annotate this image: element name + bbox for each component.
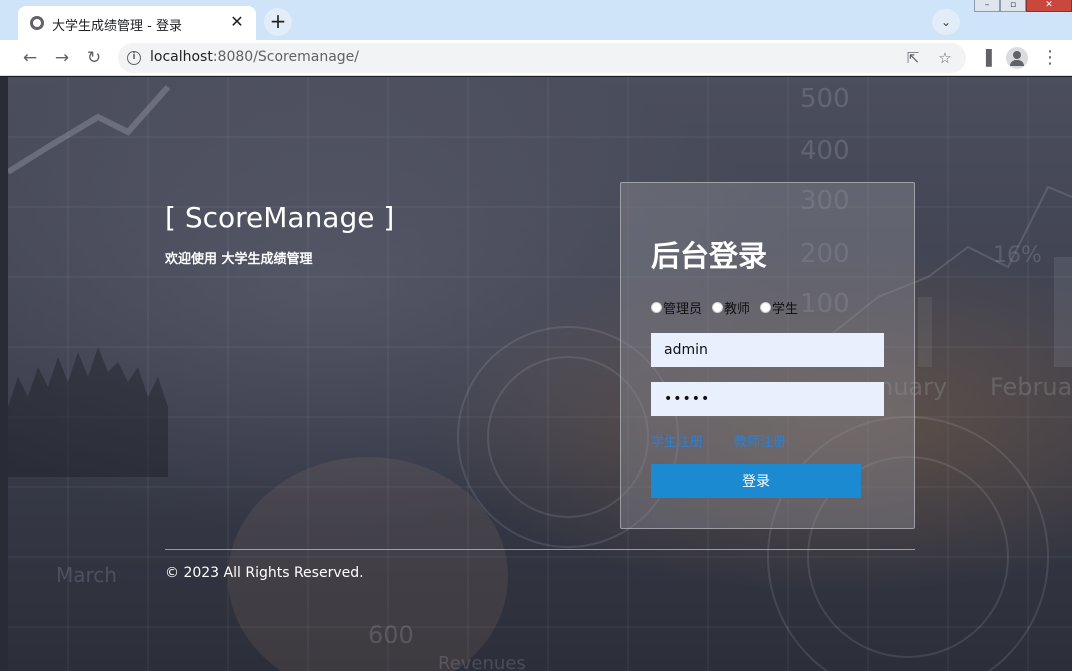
tab-title: 大学生成绩管理 - 登录 xyxy=(52,19,182,34)
url-host: localhost xyxy=(150,49,213,65)
profile-icon[interactable] xyxy=(1006,47,1028,69)
role-option-teacher[interactable]: 教师 xyxy=(712,298,750,317)
minimize-icon[interactable]: – xyxy=(974,0,1000,12)
svg-text:Februa: Februa xyxy=(990,373,1072,401)
username-input[interactable]: admin xyxy=(651,333,884,367)
browser-tab[interactable]: 大学生成绩管理 - 登录 ✕ xyxy=(18,6,256,40)
role-label-teacher: 教师 xyxy=(724,302,751,317)
footer-divider xyxy=(165,549,915,550)
brand-title: [ ScoreManage ] xyxy=(165,201,395,234)
role-selector: 管理员 教师 学生 xyxy=(651,298,808,317)
svg-text:600: 600 xyxy=(368,621,414,649)
role-radio-teacher[interactable] xyxy=(712,302,724,313)
login-title: 后台登录 xyxy=(651,239,768,273)
tab-search-chevron-icon[interactable]: ⌄ xyxy=(932,9,960,35)
role-option-admin[interactable]: 管理员 xyxy=(651,298,702,317)
svg-text:400: 400 xyxy=(800,136,850,166)
footer-copyright: © 2023 All Rights Reserved. xyxy=(165,565,364,581)
role-radio-admin[interactable] xyxy=(651,302,662,313)
svg-text:March: March xyxy=(56,563,117,587)
student-register-link[interactable]: 学生注册 xyxy=(651,431,703,450)
address-bar[interactable]: i localhost:8080/Scoremanage/ ⇱ ☆ xyxy=(118,43,966,73)
page-left-edge xyxy=(0,77,8,671)
browser-toolbar: ← → ↻ i localhost:8080/Scoremanage/ ⇱ ☆ … xyxy=(0,40,1072,76)
svg-text:500: 500 xyxy=(800,84,850,114)
teacher-register-link[interactable]: 教师注册 xyxy=(734,431,786,450)
login-panel: 后台登录 管理员 教师 学生 admin ••••• 学生注册 教师注册 登录 xyxy=(620,182,915,529)
window-close-icon[interactable]: ✕ xyxy=(1026,0,1072,12)
side-panel-icon[interactable]: ▐ xyxy=(972,44,1000,72)
restore-icon[interactable]: ▫ xyxy=(1000,0,1026,12)
star-icon[interactable]: ☆ xyxy=(934,47,956,69)
window-controls: – ▫ ✕ xyxy=(974,0,1072,12)
url-path: :8080/Scoremanage/ xyxy=(212,49,360,65)
svg-text:Revenues: Revenues xyxy=(438,653,526,671)
login-page: 500 400 300 200 100 16% nuary Februa Mar… xyxy=(8,77,1072,671)
info-icon[interactable]: i xyxy=(127,51,141,65)
role-radio-student[interactable] xyxy=(760,302,772,313)
close-tab-icon[interactable]: ✕ xyxy=(228,12,246,32)
back-icon[interactable]: ← xyxy=(16,44,44,72)
brand-subtitle: 欢迎使用 大学生成绩管理 xyxy=(165,252,313,267)
globe-icon xyxy=(30,16,44,30)
password-input[interactable]: ••••• xyxy=(651,382,884,416)
register-links: 学生注册 教师注册 xyxy=(651,431,786,450)
login-button[interactable]: 登录 xyxy=(651,464,861,498)
new-tab-button[interactable]: + xyxy=(264,8,292,36)
role-option-student[interactable]: 学生 xyxy=(760,298,798,317)
svg-text:16%: 16% xyxy=(993,243,1042,268)
reload-icon[interactable]: ↻ xyxy=(80,44,108,72)
menu-icon[interactable]: ⋮ xyxy=(1036,44,1064,72)
role-label-student: 学生 xyxy=(772,302,799,317)
role-label-admin: 管理员 xyxy=(663,302,703,317)
browser-tabbar: 大学生成绩管理 - 登录 ✕ + ⌄ – ▫ ✕ xyxy=(0,0,1072,40)
share-icon[interactable]: ⇱ xyxy=(902,47,924,69)
url-text[interactable]: localhost:8080/Scoremanage/ xyxy=(150,49,359,65)
forward-icon[interactable]: → xyxy=(48,44,76,72)
